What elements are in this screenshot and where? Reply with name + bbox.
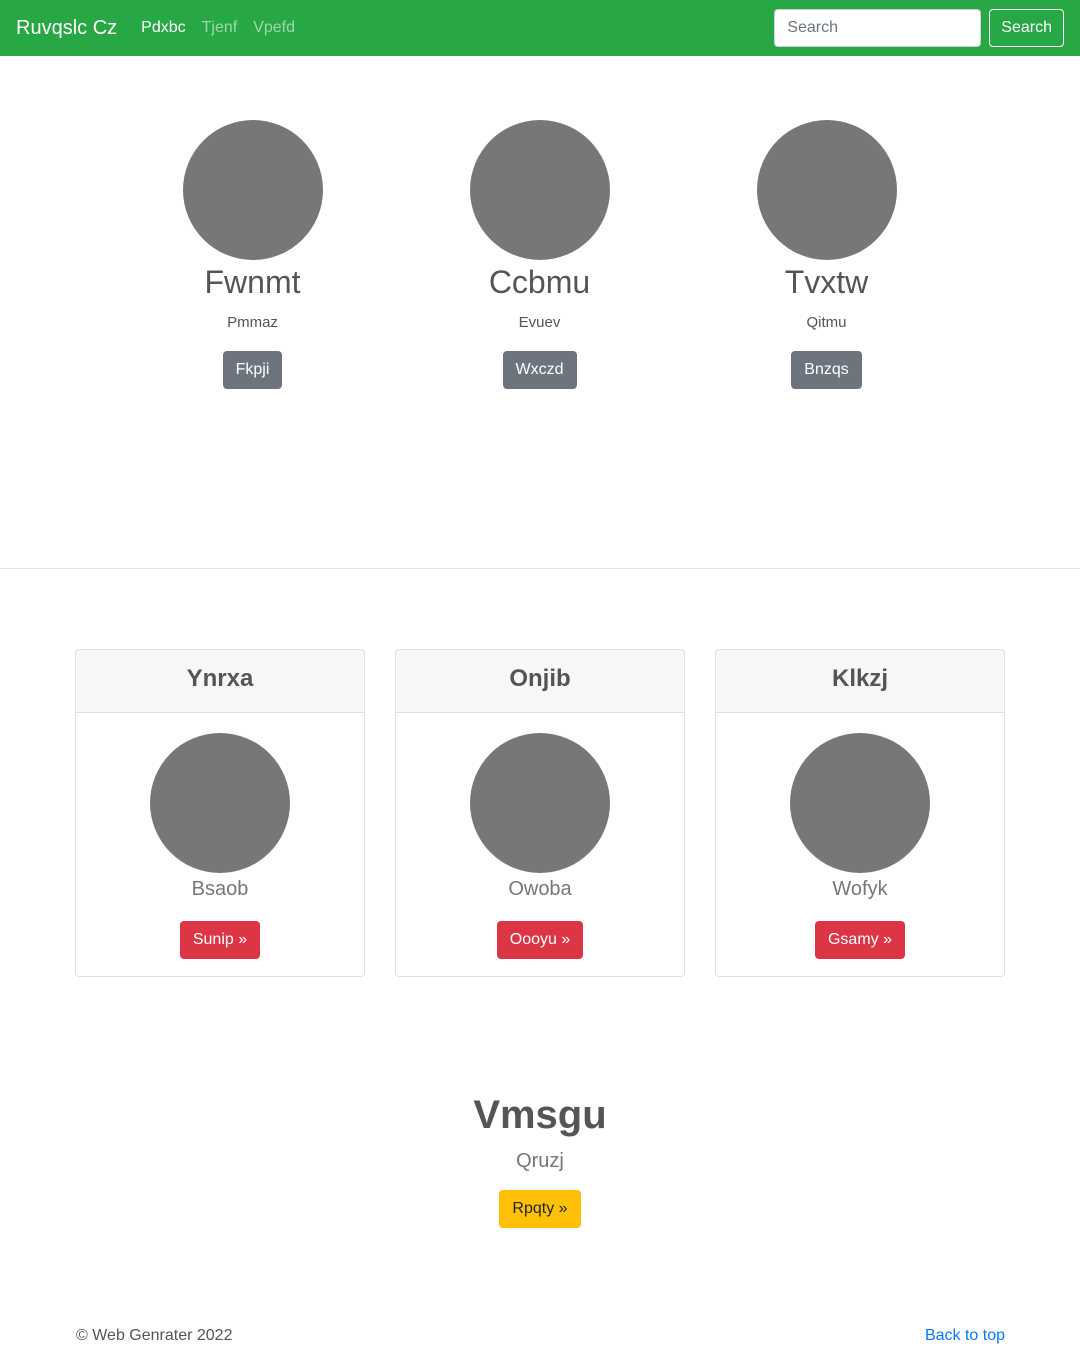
- profile-name: Fwnmt: [204, 264, 301, 300]
- hero-title: Vmsgu: [473, 1093, 607, 1137]
- card-subtitle: Owoba: [508, 878, 572, 900]
- card-body: Owoba Oooyu »: [396, 713, 684, 959]
- profile-image-placeholder: [182, 120, 323, 260]
- nav-link-vpefd[interactable]: Vpefd: [253, 19, 295, 37]
- profile-button[interactable]: Bnzqs: [791, 351, 862, 389]
- profile-name: Ccbmu: [488, 264, 591, 300]
- card-button[interactable]: Sunip »: [179, 921, 261, 959]
- section-divider: [0, 568, 1080, 569]
- search-input[interactable]: [774, 9, 982, 47]
- profile-image-placeholder: [756, 120, 897, 260]
- profile-column: Ccbmu Evuev Wxczd: [396, 120, 683, 389]
- brand-link[interactable]: Ruvqslc Cz: [16, 17, 117, 40]
- profile-button[interactable]: Wxczd: [502, 351, 577, 389]
- profile-column: Fwnmt Pmmaz Fkpji: [109, 120, 396, 389]
- card-body: Bsaob Sunip »: [76, 713, 364, 959]
- card-header: Ynrxa: [76, 650, 364, 713]
- card-subtitle: Wofyk: [832, 878, 888, 900]
- hero-section: Vmsgu Qruzj Rpqty »: [0, 1090, 1080, 1228]
- search-form: Search: [774, 9, 1064, 47]
- profile-button[interactable]: Fkpji: [222, 351, 283, 389]
- profile-column: Tvxtw Qitmu Bnzqs: [683, 120, 970, 389]
- profile-image-placeholder: [469, 120, 610, 260]
- profile-name: Tvxtw: [784, 264, 869, 300]
- card: Klkzj Wofyk Gsamy »: [715, 649, 1005, 977]
- card-subtitle: Bsaob: [191, 878, 249, 900]
- profiles-section: Fwnmt Pmmaz Fkpji Ccbmu Evuev Wxczd Tvxt…: [0, 56, 1080, 568]
- card-image-placeholder: [790, 733, 930, 873]
- card: Ynrxa Bsaob Sunip »: [75, 649, 365, 977]
- profile-subtitle: Qitmu: [806, 314, 847, 331]
- card-image-placeholder: [150, 733, 290, 873]
- card-button[interactable]: Oooyu »: [496, 921, 584, 959]
- hero-button[interactable]: Rpqty »: [499, 1190, 581, 1228]
- nav-link-pdxbc[interactable]: Pdxbc: [141, 19, 185, 37]
- back-to-top-link[interactable]: Back to top: [925, 1327, 1005, 1345]
- card-body: Wofyk Gsamy »: [716, 713, 1004, 959]
- nav-link-tjenf[interactable]: Tjenf: [202, 19, 238, 37]
- search-button[interactable]: Search: [989, 9, 1064, 47]
- profile-subtitle: Evuev: [518, 314, 561, 331]
- card-header: Onjib: [396, 650, 684, 713]
- hero-subtitle: Qruzj: [516, 1150, 564, 1172]
- card-image-placeholder: [470, 733, 610, 873]
- navbar: Ruvqslc Cz Pdxbc Tjenf Vpefd Search: [0, 0, 1080, 56]
- card-button[interactable]: Gsamy »: [814, 921, 905, 959]
- profile-subtitle: Pmmaz: [227, 314, 278, 331]
- footer-copyright: © Web Genrater 2022: [76, 1327, 233, 1344]
- card: Onjib Owoba Oooyu »: [395, 649, 685, 977]
- card-header: Klkzj: [716, 650, 1004, 713]
